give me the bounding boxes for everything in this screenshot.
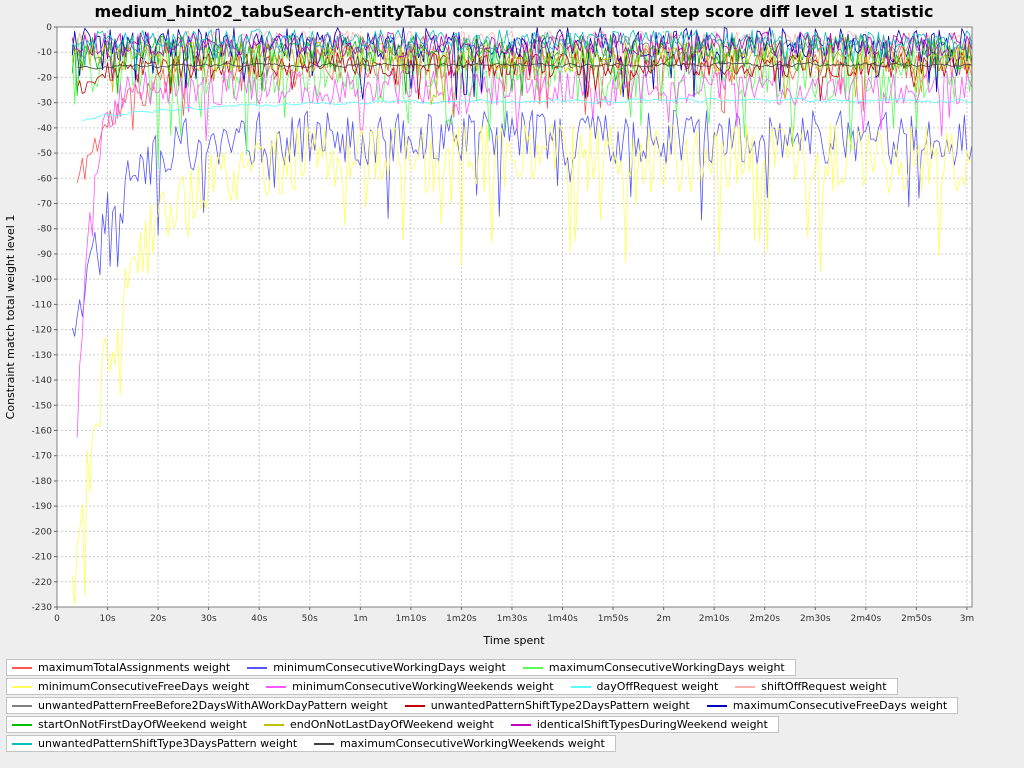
legend-line-icon <box>11 682 33 692</box>
legend-item: maximumTotalAssignments weight <box>11 661 230 674</box>
x-tick-label: 2m <box>656 614 671 624</box>
x-tick-label: 1m20s <box>446 614 477 624</box>
chart-title: medium_hint02_tabuSearch-entityTabu cons… <box>94 2 933 21</box>
x-tick-label: 1m30s <box>497 614 528 624</box>
y-tick-label: -230 <box>32 603 53 613</box>
legend-line-icon <box>11 663 33 673</box>
legend-line-icon <box>246 663 268 673</box>
legend-line-icon <box>263 720 285 730</box>
legend-line-icon <box>404 701 426 711</box>
x-tick-label: 2m40s <box>851 614 882 624</box>
y-tick-label: 0 <box>46 23 52 33</box>
y-axis-label: Constraint match total weight level 1 <box>4 215 17 420</box>
legend-item: minimumConsecutiveWorkingWeekends weight <box>265 680 553 693</box>
y-tick-label: -60 <box>37 174 52 184</box>
legend-item-label: maximumConsecutiveWorkingWeekends weight <box>340 737 605 750</box>
x-tick-label: 1m40s <box>547 614 578 624</box>
legend-item: unwantedPatternShiftType3DaysPattern wei… <box>11 737 297 750</box>
legend-item-label: startOnNotFirstDayOfWeekend weight <box>38 718 247 731</box>
legend-item: minimumConsecutiveWorkingDays weight <box>246 661 506 674</box>
legend-item: maximumConsecutiveWorkingDays weight <box>522 661 785 674</box>
y-tick-label: -130 <box>32 351 53 361</box>
y-tick-label: -160 <box>32 426 53 436</box>
x-tick-label: 1m <box>353 614 368 624</box>
legend-item-label: unwantedPatternShiftType2DaysPattern wei… <box>431 699 690 712</box>
legend-item-label: minimumConsecutiveWorkingWeekends weight <box>292 680 553 693</box>
legend-item-label: unwantedPatternFreeBefore2DaysWithAWorkD… <box>38 699 388 712</box>
x-tick-label: 20s <box>150 614 166 624</box>
x-tick-label: 30s <box>201 614 217 624</box>
legend-item: maximumConsecutiveWorkingWeekends weight <box>313 737 605 750</box>
legend-row: maximumTotalAssignments weight minimumCon… <box>6 659 796 676</box>
legend-row: startOnNotFirstDayOfWeekend weight endOnN… <box>6 716 779 733</box>
y-tick-label: -80 <box>37 225 52 235</box>
legend-item-label: unwantedPatternShiftType3DaysPattern wei… <box>38 737 297 750</box>
y-tick-label: -200 <box>32 527 53 537</box>
legend-line-icon <box>734 682 756 692</box>
legend-line-icon <box>11 720 33 730</box>
y-tick-label: -40 <box>37 124 52 134</box>
legend-item-label: shiftOffRequest weight <box>761 680 886 693</box>
legend-item: unwantedPatternShiftType2DaysPattern wei… <box>404 699 690 712</box>
x-tick-label: 2m50s <box>901 614 932 624</box>
legend-line-icon <box>265 682 287 692</box>
legend-row: unwantedPatternShiftType3DaysPattern wei… <box>6 735 616 752</box>
y-tick-label: -110 <box>32 300 53 310</box>
x-tick-label: 10s <box>99 614 115 624</box>
legend-row: minimumConsecutiveFreeDays weight minimum… <box>6 678 898 695</box>
legend-line-icon <box>522 663 544 673</box>
x-tick-label: 3m <box>960 614 975 624</box>
y-tick-label: -180 <box>32 477 53 487</box>
x-tick-label: 1m10s <box>396 614 427 624</box>
y-tick-label: -70 <box>37 200 52 210</box>
legend-item-label: dayOffRequest weight <box>597 680 719 693</box>
legend-item: dayOffRequest weight <box>570 680 719 693</box>
legend-item: minimumConsecutiveFreeDays weight <box>11 680 249 693</box>
legend: maximumTotalAssignments weight minimumCon… <box>0 656 1024 752</box>
legend-item-label: endOnNotLastDayOfWeekend weight <box>290 718 494 731</box>
x-tick-label: 40s <box>251 614 267 624</box>
legend-line-icon <box>11 701 33 711</box>
x-tick-label: 1m50s <box>598 614 629 624</box>
legend-item-label: maximumConsecutiveFreeDays weight <box>733 699 947 712</box>
y-tick-label: -100 <box>32 275 53 285</box>
legend-line-icon <box>706 701 728 711</box>
legend-line-icon <box>313 739 335 749</box>
y-tick-label: -20 <box>37 73 52 83</box>
legend-item: endOnNotLastDayOfWeekend weight <box>263 718 494 731</box>
x-tick-label: 2m20s <box>749 614 780 624</box>
legend-item-label: maximumConsecutiveWorkingDays weight <box>549 661 785 674</box>
legend-item-label: minimumConsecutiveWorkingDays weight <box>273 661 506 674</box>
y-tick-label: -210 <box>32 553 53 563</box>
legend-item-label: minimumConsecutiveFreeDays weight <box>38 680 249 693</box>
legend-item-label: maximumTotalAssignments weight <box>38 661 230 674</box>
y-tick-label: -170 <box>32 452 53 462</box>
y-tick-label: -30 <box>37 99 52 109</box>
y-tick-label: -10 <box>37 48 52 58</box>
legend-item-label: identicalShiftTypesDuringWeekend weight <box>537 718 768 731</box>
legend-line-icon <box>570 682 592 692</box>
x-tick-label: 2m10s <box>699 614 730 624</box>
y-tick-label: -50 <box>37 149 52 159</box>
y-tick-label: -120 <box>32 326 53 336</box>
y-tick-label: -190 <box>32 502 53 512</box>
plot-area <box>57 27 972 607</box>
legend-item: shiftOffRequest weight <box>734 680 886 693</box>
legend-item: identicalShiftTypesDuringWeekend weight <box>510 718 768 731</box>
legend-item: unwantedPatternFreeBefore2DaysWithAWorkD… <box>11 699 388 712</box>
chart-canvas: medium_hint02_tabuSearch-entityTabu cons… <box>0 0 1024 652</box>
legend-line-icon <box>11 739 33 749</box>
x-tick-label: 50s <box>302 614 318 624</box>
y-tick-label: -220 <box>32 578 53 588</box>
legend-row: unwantedPatternFreeBefore2DaysWithAWorkD… <box>6 697 958 714</box>
legend-item: maximumConsecutiveFreeDays weight <box>706 699 947 712</box>
legend-line-icon <box>510 720 532 730</box>
x-tick-label: 0 <box>54 614 60 624</box>
y-tick-label: -150 <box>32 401 53 411</box>
legend-item: startOnNotFirstDayOfWeekend weight <box>11 718 247 731</box>
y-tick-label: -140 <box>32 376 53 386</box>
y-tick-label: -90 <box>37 250 52 260</box>
x-tick-label: 2m30s <box>800 614 831 624</box>
x-axis-label: Time spent <box>482 634 545 647</box>
